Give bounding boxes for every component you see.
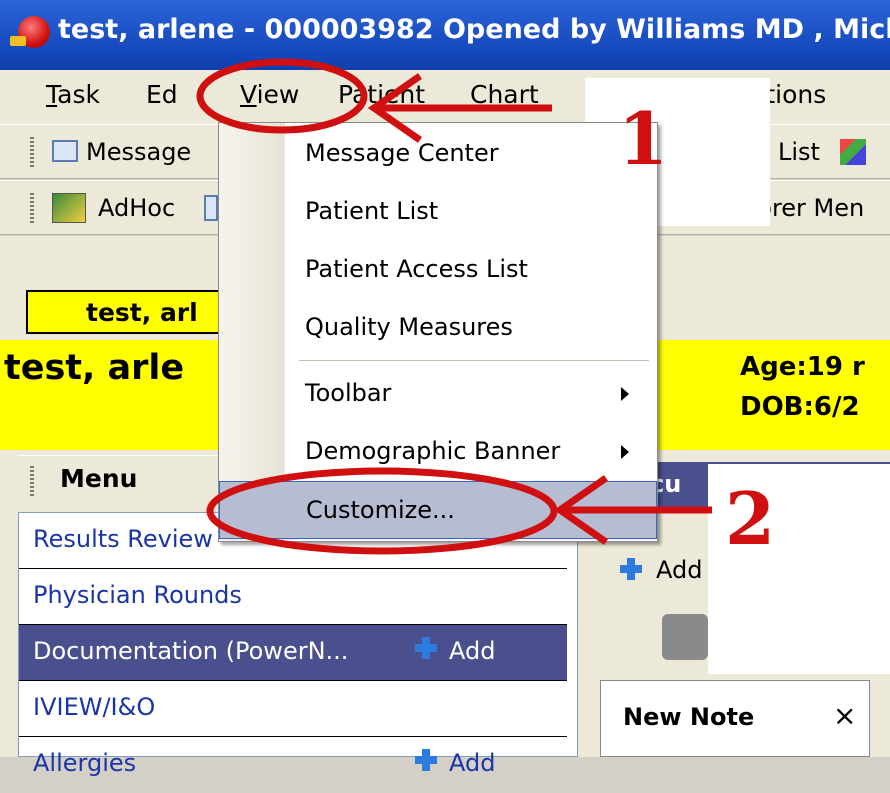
arrow-2-icon (553, 475, 712, 545)
arrow-1-icon (367, 73, 552, 143)
annotation-step-2: 2 (725, 476, 776, 561)
annotation-circle-customize (206, 467, 558, 555)
annotation-overlay (196, 58, 712, 555)
annotation-circle-view (196, 58, 368, 134)
annotation-step-1: 1 (618, 96, 669, 181)
